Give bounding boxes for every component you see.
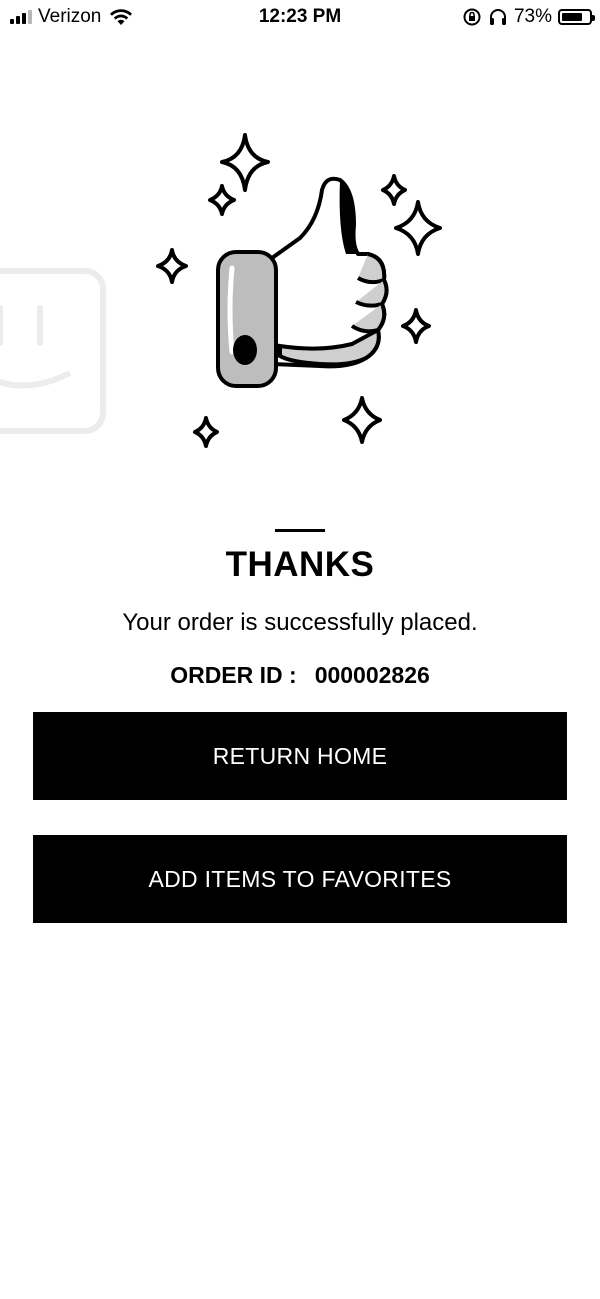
- confirmation-message: Your order is successfully placed.: [122, 609, 478, 636]
- order-id-row: ORDER ID : 000002826: [0, 662, 600, 689]
- status-right: 73%: [462, 6, 595, 28]
- order-id-label: ORDER ID :: [170, 662, 297, 688]
- thumbs-up-illustration: [156, 133, 442, 448]
- headphones-icon: [489, 9, 506, 25]
- battery-percent: 73%: [513, 6, 552, 27]
- return-home-button[interactable]: RETURN HOME: [33, 712, 567, 800]
- orientation-lock-icon: [463, 8, 481, 26]
- page-title: THANKS: [225, 545, 375, 584]
- status-bar: Verizon 12:23 PM 73%: [0, 0, 600, 38]
- title-divider: [275, 529, 325, 532]
- order-confirmation-screen: Verizon 12:23 PM 73% THANKS Your order i…: [0, 0, 600, 1299]
- smiley-watermark-icon: [0, 268, 106, 434]
- battery-icon: [558, 9, 595, 25]
- add-to-favorites-button[interactable]: ADD ITEMS TO FAVORITES: [33, 835, 567, 923]
- order-id-value: 000002826: [314, 662, 430, 688]
